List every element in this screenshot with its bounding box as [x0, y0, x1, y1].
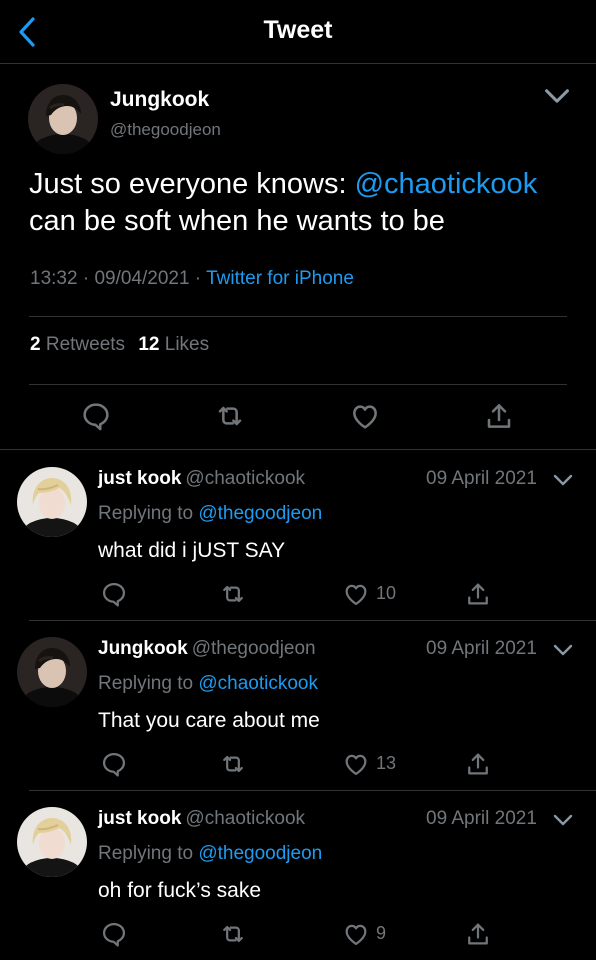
- heart-icon: [342, 750, 370, 778]
- reply-date: 09 April 2021: [426, 808, 537, 829]
- author-name[interactable]: Jungkook: [110, 88, 209, 112]
- replying-to-link[interactable]: @thegoodjeon: [198, 843, 322, 864]
- reply-date: 09 April 2021: [426, 468, 537, 489]
- share-icon: [464, 750, 492, 778]
- author-handle[interactable]: @chaotickook: [185, 808, 305, 829]
- heart-icon: [349, 400, 381, 432]
- top-bar: Tweet: [0, 0, 596, 64]
- retweet-icon: [219, 920, 247, 948]
- like-count: 9: [376, 923, 387, 943]
- replying-to: Replying to @chaotickook: [98, 673, 318, 695]
- mention-link[interactable]: @chaotickook: [355, 168, 538, 200]
- share-button[interactable]: [464, 750, 492, 778]
- reply-text: That you care about me: [98, 709, 320, 732]
- replying-prefix: Replying to: [98, 843, 199, 864]
- share-icon: [464, 920, 492, 948]
- tweet-source-link[interactable]: Twitter for iPhone: [206, 268, 354, 289]
- meta-separator: ·: [77, 268, 95, 289]
- chevron-down-icon: [553, 811, 573, 829]
- reply-icon: [100, 750, 128, 778]
- share-button[interactable]: [483, 400, 515, 432]
- reply-button[interactable]: [100, 750, 128, 778]
- author-name[interactable]: just kook: [98, 468, 181, 489]
- replying-prefix: Replying to: [98, 673, 199, 694]
- reply-button[interactable]: [80, 400, 112, 432]
- main-tweet: Jungkook @thegoodjeon Just so everyone k…: [0, 64, 596, 450]
- retweet-label: Retweets: [45, 334, 126, 355]
- tweet-text-part: Just so everyone knows:: [29, 168, 355, 200]
- retweet-button[interactable]: [219, 750, 247, 778]
- author-handle[interactable]: @thegoodjeon: [110, 120, 221, 140]
- page-title: Tweet: [263, 16, 333, 44]
- retweet-icon: [219, 750, 247, 778]
- tweet-text-part: can be soft when he wants to be: [29, 205, 445, 237]
- like-button[interactable]: [342, 580, 370, 608]
- reply-options-button[interactable]: [553, 811, 573, 829]
- avatar[interactable]: [17, 807, 87, 877]
- avatar[interactable]: [28, 84, 98, 154]
- reply-tweet[interactable]: just kook @chaotickook 09 April 2021 Repl…: [0, 450, 596, 621]
- avatar[interactable]: [17, 467, 87, 537]
- reply-header: Jungkook @thegoodjeon: [98, 638, 316, 660]
- retweet-button[interactable]: [219, 580, 247, 608]
- retweet-icon: [219, 580, 247, 608]
- meta-separator: ·: [189, 268, 207, 289]
- retweet-button[interactable]: [214, 400, 246, 432]
- likes-stat[interactable]: 12 Likes: [138, 334, 209, 355]
- reply-icon: [100, 920, 128, 948]
- reply-options-button[interactable]: [553, 641, 573, 659]
- avatar[interactable]: [17, 637, 87, 707]
- tweet-date: 09/04/2021: [94, 268, 190, 289]
- reply-tweet[interactable]: just kook @chaotickook 09 April 2021 Repl…: [0, 790, 596, 960]
- chevron-down-icon: [553, 641, 573, 659]
- chevron-down-icon: [544, 86, 570, 106]
- author-handle[interactable]: @thegoodjeon: [192, 638, 316, 659]
- share-icon: [464, 580, 492, 608]
- like-count: 13: [376, 753, 397, 773]
- reply-header: just kook @chaotickook: [98, 808, 305, 830]
- tweet-time: 13:32: [30, 268, 78, 289]
- author-name[interactable]: just kook: [98, 808, 181, 829]
- retweet-button[interactable]: [219, 920, 247, 948]
- divider: [29, 384, 567, 385]
- heart-icon: [342, 580, 370, 608]
- retweets-stat[interactable]: 2 Retweets: [30, 334, 125, 355]
- divider: [29, 316, 567, 317]
- heart-icon: [342, 920, 370, 948]
- reply-date: 09 April 2021: [426, 638, 537, 659]
- replying-to-link[interactable]: @thegoodjeon: [198, 503, 322, 524]
- reply-text: oh for fuck’s sake: [98, 879, 262, 902]
- share-button[interactable]: [464, 920, 492, 948]
- retweet-count: 2: [30, 334, 41, 355]
- reply-button[interactable]: [100, 580, 128, 608]
- replying-to: Replying to @thegoodjeon: [98, 503, 322, 525]
- like-count: 12: [138, 334, 160, 355]
- tweet-options-button[interactable]: [544, 86, 570, 106]
- tweet-text: Just so everyone knows: @chaotickook can…: [29, 166, 569, 240]
- author-handle[interactable]: @chaotickook: [185, 468, 305, 489]
- share-icon: [483, 400, 515, 432]
- reply-icon: [80, 400, 112, 432]
- like-button[interactable]: [349, 400, 381, 432]
- reply-header: just kook @chaotickook: [98, 468, 305, 490]
- like-button[interactable]: [342, 750, 370, 778]
- chevron-down-icon: [553, 471, 573, 489]
- like-label: Likes: [164, 334, 210, 355]
- retweet-icon: [214, 400, 246, 432]
- reply-text: what did i jUST SAY: [98, 539, 286, 562]
- tweet-meta: 13:32 · 09/04/2021 · Twitter for iPhone: [30, 268, 354, 290]
- like-button[interactable]: [342, 920, 370, 948]
- reply-button[interactable]: [100, 920, 128, 948]
- tweet-stats: 2 Retweets 12 Likes: [30, 334, 217, 356]
- share-button[interactable]: [464, 580, 492, 608]
- reply-tweet[interactable]: Jungkook @thegoodjeon 09 April 2021 Reply…: [0, 620, 596, 791]
- replying-prefix: Replying to: [98, 503, 199, 524]
- replying-to: Replying to @thegoodjeon: [98, 843, 322, 865]
- like-count: 10: [376, 583, 397, 603]
- replying-to-link[interactable]: @chaotickook: [198, 673, 318, 694]
- reply-icon: [100, 580, 128, 608]
- author-name[interactable]: Jungkook: [98, 638, 188, 659]
- reply-options-button[interactable]: [553, 471, 573, 489]
